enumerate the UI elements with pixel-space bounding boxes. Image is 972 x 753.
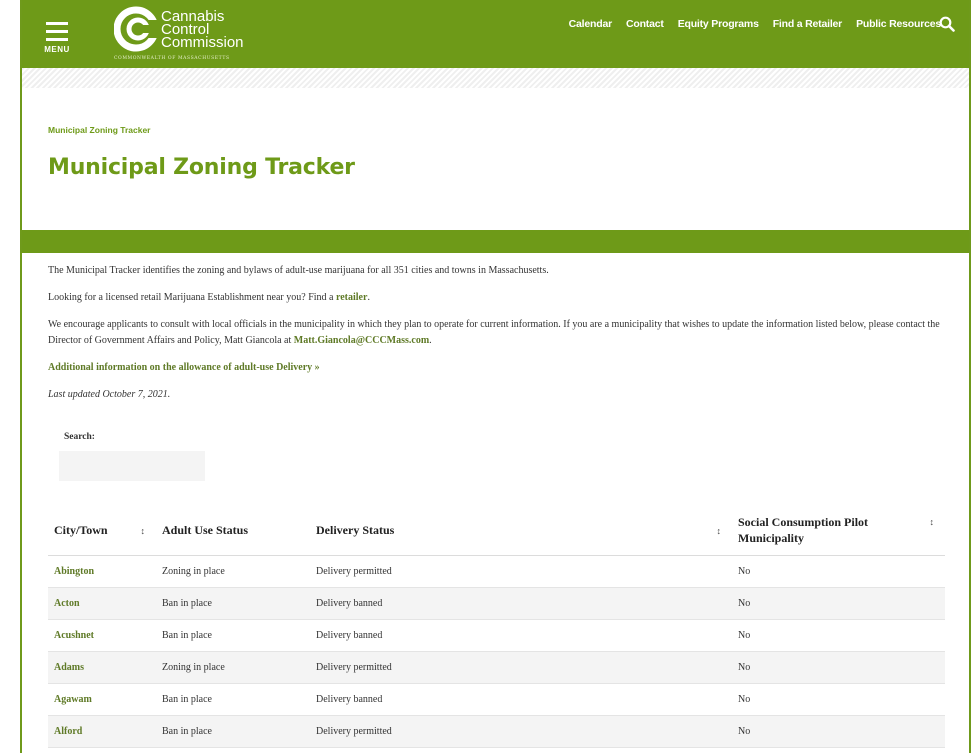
table-row: Abington Zoning in place Delivery permit…: [48, 555, 945, 588]
last-updated: Last updated October 7, 2021.: [48, 389, 171, 400]
header-pattern: [22, 68, 969, 88]
divider-band: [22, 230, 969, 253]
social-consumption: No: [732, 619, 945, 652]
search-icon[interactable]: [939, 16, 955, 32]
sort-icon[interactable]: ↕: [141, 526, 146, 536]
menu-label: MENU: [44, 45, 70, 54]
email-link[interactable]: Matt.Giancola@CCCMass.com: [294, 335, 429, 346]
adult-use-status: Ban in place: [156, 619, 310, 652]
breadcrumb[interactable]: Municipal Zoning Tracker: [48, 125, 151, 135]
adult-use-status: Ban in place: [156, 587, 310, 620]
logo-line-3: Commission: [161, 34, 244, 51]
city-link[interactable]: Agawam: [48, 683, 156, 716]
nav-equity-programs[interactable]: Equity Programs: [678, 18, 759, 30]
delivery-status: Delivery permitted: [310, 715, 732, 748]
adult-use-status: Zoning in place: [156, 555, 310, 588]
delivery-status: Delivery permitted: [310, 651, 732, 684]
page-frame: MENU Cannabis Control Commission COMMONW…: [20, 0, 971, 753]
delivery-info-link[interactable]: Additional information on the allowance …: [48, 362, 320, 373]
delivery-status: Delivery banned: [310, 619, 732, 652]
table-row: Acton Ban in place Delivery banned No: [48, 587, 945, 620]
table-header-row: City/Town ↕ Adult Use Status Delivery St…: [48, 505, 945, 556]
city-link[interactable]: Acton: [48, 587, 156, 620]
site-logo[interactable]: Cannabis Control Commission COMMONWEALTH…: [114, 6, 284, 64]
city-link[interactable]: Acushnet: [48, 619, 156, 652]
top-nav: Calendar Contact Equity Programs Find a …: [555, 18, 942, 30]
nav-find-a-retailer[interactable]: Find a Retailer: [773, 18, 843, 30]
intro-paragraph: The Municipal Tracker identifies the zon…: [48, 265, 549, 276]
delivery-status: Delivery permitted: [310, 555, 732, 588]
ccc-logo-icon: [114, 6, 160, 52]
table-row: Acushnet Ban in place Delivery banned No: [48, 619, 945, 652]
delivery-status: Delivery banned: [310, 683, 732, 716]
city-link[interactable]: Adams: [48, 651, 156, 684]
sort-icon[interactable]: ↕: [717, 526, 722, 536]
nav-calendar[interactable]: Calendar: [569, 18, 613, 30]
hamburger-icon: [46, 22, 68, 25]
delivery-status: Delivery banned: [310, 587, 732, 620]
adult-use-status: Ban in place: [156, 683, 310, 716]
adult-use-status: Zoning in place: [156, 651, 310, 684]
search-label: Search:: [64, 432, 95, 442]
table-row: Agawam Ban in place Delivery banned No: [48, 683, 945, 716]
nav-public-resources[interactable]: Public Resources: [856, 18, 941, 30]
table-row: Adams Zoning in place Delivery permitted…: [48, 651, 945, 684]
retailer-link[interactable]: retailer: [336, 292, 367, 303]
adult-use-status: Ban in place: [156, 715, 310, 748]
retailer-paragraph: Looking for a licensed retail Marijuana …: [48, 292, 370, 303]
social-consumption: No: [732, 715, 945, 748]
col-adult-use-status[interactable]: Adult Use Status: [156, 505, 310, 556]
col-delivery-status[interactable]: Delivery Status ↕: [310, 505, 732, 556]
zoning-table: City/Town ↕ Adult Use Status Delivery St…: [48, 505, 945, 748]
search-input[interactable]: [59, 451, 205, 481]
social-consumption: No: [732, 587, 945, 620]
col-social-consumption[interactable]: Social Consumption Pilot Municipality ↕: [732, 505, 945, 556]
menu-button[interactable]: MENU: [42, 22, 72, 56]
city-link[interactable]: Abington: [48, 555, 156, 588]
social-consumption: No: [732, 555, 945, 588]
col-city-town[interactable]: City/Town ↕: [48, 505, 156, 556]
site-header: MENU Cannabis Control Commission COMMONW…: [22, 0, 969, 68]
city-link[interactable]: Alford: [48, 715, 156, 748]
social-consumption: No: [732, 651, 945, 684]
logo-subtitle: COMMONWEALTH OF MASSACHUSETTS: [114, 56, 230, 61]
social-consumption: No: [732, 683, 945, 716]
page-title: Municipal Zoning Tracker: [48, 155, 355, 180]
sort-icon[interactable]: ↕: [930, 517, 935, 527]
nav-contact[interactable]: Contact: [626, 18, 664, 30]
contact-paragraph: We encourage applicants to consult with …: [48, 319, 940, 346]
intro-content: The Municipal Tracker identifies the zon…: [48, 263, 949, 414]
table-row: Alford Ban in place Delivery permitted N…: [48, 715, 945, 748]
